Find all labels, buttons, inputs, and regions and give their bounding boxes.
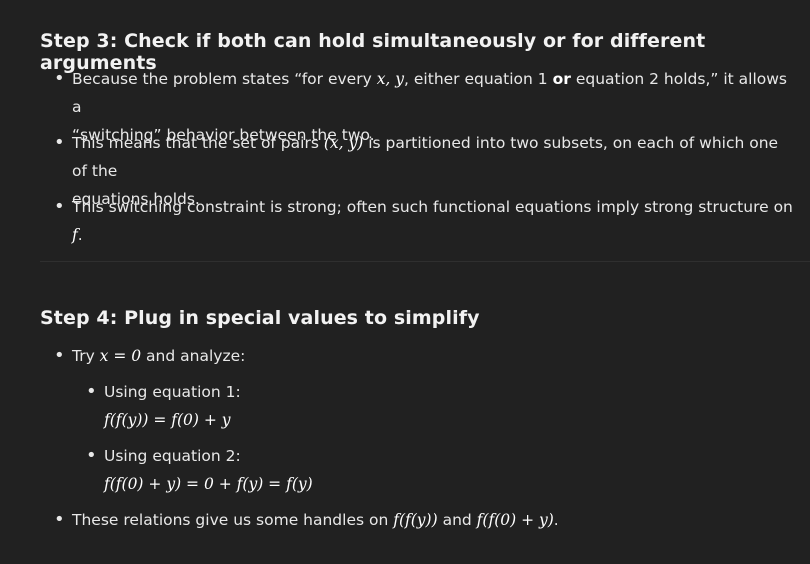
text: Try [72, 347, 100, 365]
chat-response-content: Step 3: Check if both can hold simultane… [0, 0, 810, 564]
text: . [77, 226, 83, 244]
text: These relations give us some handles on [72, 511, 394, 529]
math-equation-1: f(f(y)) = f(0) + y [104, 411, 231, 429]
step4-sub-bullet-1: • Using equation 1: f(f(y)) = f(0) + y [86, 378, 794, 434]
step3-bullet-3: • This switching constraint is strong; o… [54, 193, 797, 249]
text: and analyze: [141, 347, 246, 365]
math-x-eq-0: x = 0 [99, 347, 142, 365]
bullet-dot-icon: • [54, 68, 65, 89]
bullet-dot-icon: • [54, 196, 65, 217]
math-xy: x, y [376, 70, 405, 88]
bullet-dot-icon: • [86, 445, 97, 466]
text: This switching constraint is strong; oft… [72, 198, 793, 216]
bold-or: or [552, 70, 571, 88]
step4-sub-bullet-2: • Using equation 2: f(f(0) + y) = 0 + f(… [86, 442, 794, 498]
math-equation-2: f(f(0) + y) = 0 + f(y) = f(y) [104, 475, 313, 493]
text: Using equation 2: [104, 447, 241, 465]
bullet-dot-icon: • [54, 345, 65, 366]
bullet-dot-icon: • [54, 132, 65, 153]
step4-heading: Step 4: Plug in special values to simpli… [40, 307, 480, 329]
text: . [553, 511, 559, 529]
math-ffy: f(f(y)) [393, 511, 438, 529]
bullet-dot-icon: • [86, 381, 97, 402]
step4-bullet-1: • Try x = 0 and analyze: [54, 342, 792, 370]
text: , either equation 1 [404, 70, 553, 88]
math-ff0y: f(f(0) + y) [476, 511, 554, 529]
text: Because the problem states “for every [72, 70, 377, 88]
bullet-dot-icon: • [54, 509, 65, 530]
section-divider [40, 261, 810, 262]
text: This means that the set of pairs [72, 134, 324, 152]
math-pair: (x, y) [323, 134, 364, 152]
step4-bullet-2: • These relations give us some handles o… [54, 506, 792, 534]
text: and [437, 511, 477, 529]
text: Using equation 1: [104, 383, 241, 401]
